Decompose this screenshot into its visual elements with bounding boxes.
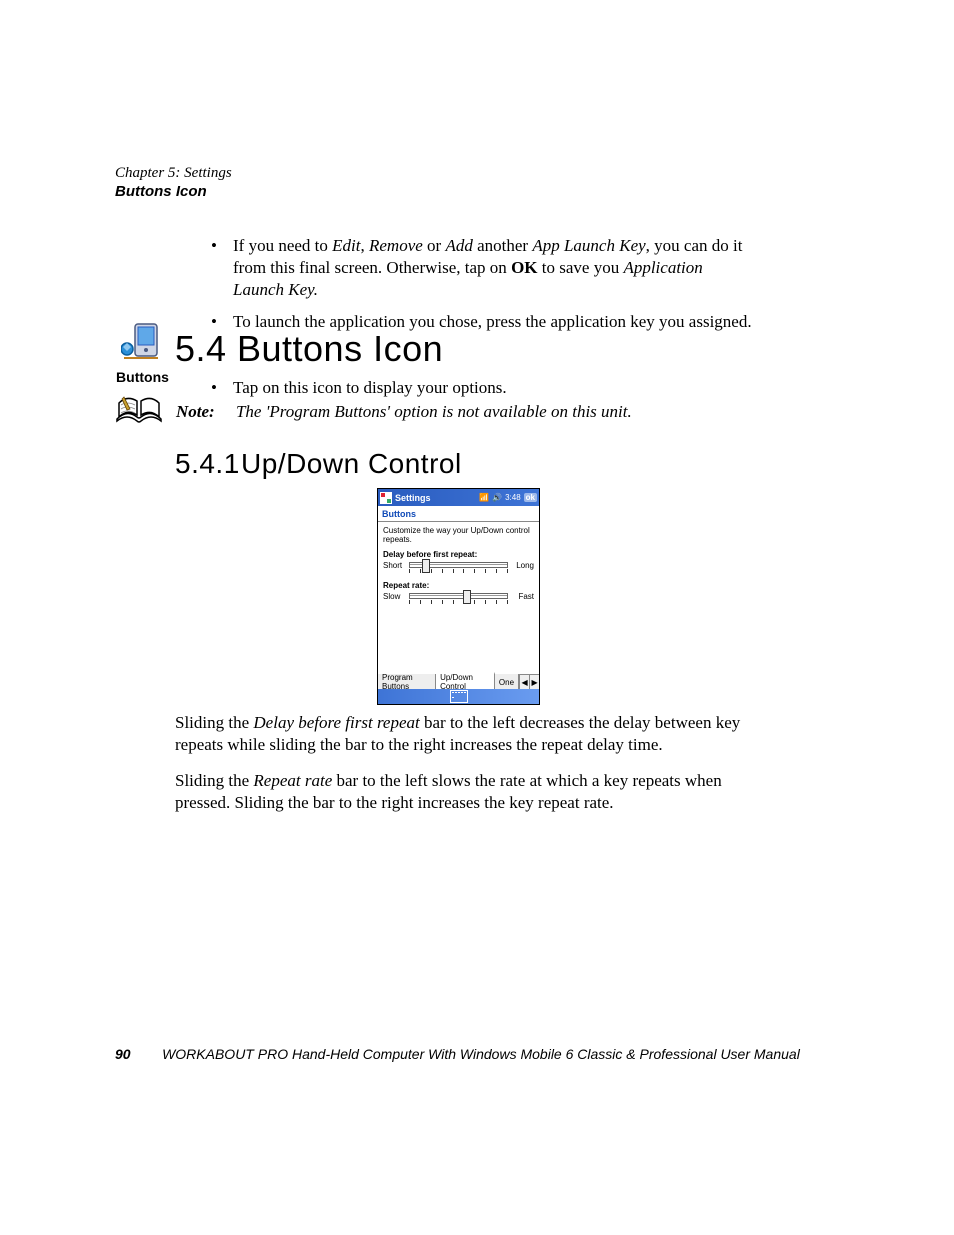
tab-up-down-control[interactable]: Up/Down Control [436,672,495,690]
tab-bar: Program Buttons Up/Down Control One ◀ ▶ [378,674,539,689]
note-text: The 'Program Buttons' option is not avai… [236,402,632,421]
repeat-slow-label: Slow [383,592,405,601]
note-book-icon [115,395,165,430]
tap-text: Tap on this icon to display your options… [233,378,507,397]
speaker-icon: 🔊 [492,493,502,502]
tab-one[interactable]: One [495,674,519,690]
note-label: Note: [176,402,215,421]
bullet-dot-icon: • [211,235,217,257]
window-title: Settings [395,493,431,503]
note-row: Note: The 'Program Buttons' option is no… [176,402,756,422]
repeat-slider-row: Slow Fast [383,592,534,606]
clock-text: 3:48 [505,493,521,502]
subsection-title: Up/Down Control [241,448,462,479]
tab-scroll-left-icon[interactable]: ◀ [519,675,529,689]
buttons-margin-icon: Buttons [115,322,170,385]
tap-instruction: • Tap on this icon to display your optio… [233,378,753,398]
section-heading-5-4: 5.4 Buttons Icon [175,328,755,370]
chapter-header: Chapter 5: Settings [115,165,232,182]
screen-body: Customize the way your Up/Down control r… [378,522,539,606]
delay-slider-row: Short Long [383,561,534,575]
delay-short-label: Short [383,561,405,570]
signal-icon: 📶 [479,493,489,502]
status-area: 📶 🔊 3:48 ok [479,493,537,502]
start-flag-icon[interactable] [380,492,392,504]
section-title: Buttons Icon [237,328,443,369]
pda-icon [121,322,165,362]
explanation-paragraphs: Sliding the Delay before first repeat ba… [175,712,750,828]
footer-text: WORKABOUT PRO Hand-Held Computer With Wi… [162,1046,800,1062]
delay-long-label: Long [512,561,534,570]
delay-slider[interactable] [409,562,508,568]
repeat-fast-label: Fast [512,592,534,601]
repeat-label: Repeat rate: [383,581,534,590]
section-heading-5-4-1: 5.4.1 Up/Down Control [175,448,755,480]
chapter-subheader: Buttons Icon [115,183,207,200]
keyboard-icon[interactable] [450,690,468,703]
page-number: 90 [115,1046,131,1062]
ok-button[interactable]: ok [524,493,537,502]
bottom-bar [378,689,539,704]
section-number: 5.4 [175,328,233,370]
tab-scroll-right-icon[interactable]: ▶ [529,675,539,689]
subsection-number: 5.4.1 [175,448,237,480]
bullet-dot-icon: • [211,378,217,398]
embedded-screenshot: Settings 📶 🔊 3:48 ok Buttons Customize t… [377,488,540,705]
bullet-item: • If you need to Edit, Remove or Add ano… [233,235,753,301]
page-root: Chapter 5: Settings Buttons Icon • If yo… [0,0,954,1235]
page-footer: 90 WORKABOUT PRO Hand-Held Computer With… [115,1046,835,1064]
bullet-text: If you need to Edit, Remove or Add anoth… [233,236,742,299]
slider-ticks [409,600,508,606]
window-titlebar: Settings 📶 🔊 3:48 ok [378,489,539,506]
screen-section-title: Buttons [378,506,539,521]
description-text: Customize the way your Up/Down control r… [383,526,534,544]
slider-ticks [409,569,508,575]
buttons-icon-label: Buttons [115,369,170,385]
repeat-slider[interactable] [409,593,508,599]
delay-label: Delay before first repeat: [383,550,534,559]
tab-program-buttons[interactable]: Program Buttons [378,674,436,690]
